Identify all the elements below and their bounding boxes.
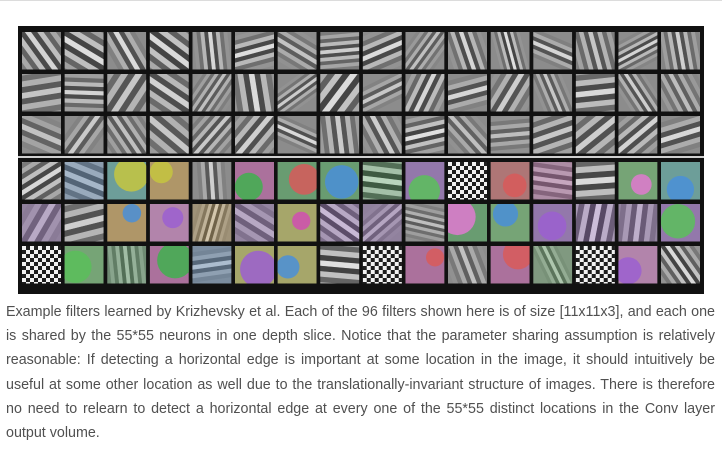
filter-tile (277, 204, 317, 242)
filter-tile (149, 162, 189, 200)
figure-caption: Example filters learned by Krizhevsky et… (6, 304, 715, 442)
filter-tile (575, 246, 615, 284)
filter-tile (64, 246, 104, 284)
filter-tile (533, 204, 573, 242)
filter-tile (149, 246, 189, 284)
filter-tile (235, 162, 274, 200)
filter-tile (448, 162, 487, 200)
filter-tile (490, 162, 530, 200)
top-divider (0, 0, 722, 1)
filter-tile (362, 246, 402, 284)
filter-tile (235, 246, 274, 284)
filter-tile (618, 246, 658, 284)
filter-tile (277, 246, 317, 284)
filter-tile (320, 162, 360, 200)
filter-tile (405, 246, 445, 284)
filters-grid-image (18, 26, 704, 294)
filter-tile (618, 162, 658, 200)
filter-tile (490, 204, 530, 242)
filter-tile (661, 204, 700, 242)
filter-tile (107, 162, 147, 200)
filter-tile (149, 204, 189, 242)
filter-tile (22, 246, 61, 284)
filter-tile (107, 204, 147, 242)
filter-tile (661, 162, 700, 200)
learned-filters-figure (18, 26, 704, 294)
filter-tile (277, 162, 317, 200)
block-separator (18, 156, 704, 158)
filter-tile (490, 246, 530, 284)
